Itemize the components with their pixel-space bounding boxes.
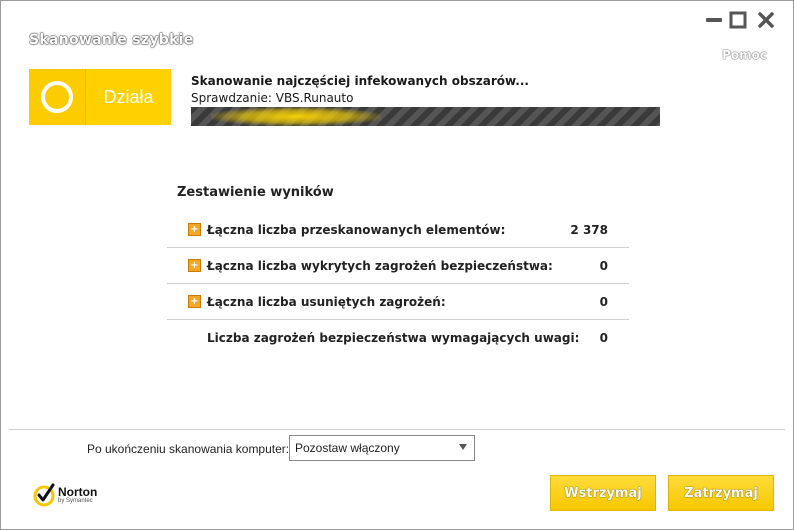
summary-table: + Łączna liczba przeskanowanych elementó… — [167, 212, 629, 355]
summary-row: Liczba zagrożeń bezpieczeństwa wymagając… — [167, 320, 629, 355]
after-scan-selected-value: Pozostaw włączony — [295, 441, 400, 455]
footer-divider — [9, 429, 785, 430]
scan-current-item: Sprawdzanie: VBS.Runauto — [191, 91, 354, 105]
summary-row-value: 0 — [599, 330, 608, 345]
close-icon[interactable] — [757, 11, 775, 29]
norton-logo: Norton by Symantec — [33, 483, 97, 507]
maximize-icon[interactable] — [729, 11, 747, 29]
pause-button[interactable]: Wstrzymaj — [550, 475, 656, 511]
status-label: Działa — [103, 86, 154, 107]
summary-row-label: Łączna liczba usuniętych zagrożeń: — [207, 294, 446, 309]
norton-scan-window: Skanowanie szybkie Pomoc Działa Skanowan… — [0, 0, 794, 530]
summary-row-label: Liczba zagrożeń bezpieczeństwa wymagając… — [207, 330, 580, 345]
summary-row: + Łączna liczba przeskanowanych elementó… — [167, 212, 629, 248]
expand-icon[interactable]: + — [188, 223, 201, 236]
summary-row: + Łączna liczba wykrytych zagrożeń bezpi… — [167, 248, 629, 284]
stop-button[interactable]: Zatrzymaj — [668, 475, 774, 511]
after-scan-select[interactable]: Pozostaw włączony — [289, 435, 475, 461]
running-icon — [41, 81, 73, 113]
summary-row-value: 2 378 — [570, 222, 608, 237]
expand-icon[interactable]: + — [188, 295, 201, 308]
window-title: Skanowanie szybkie — [29, 32, 194, 48]
summary-row-label: Łączna liczba przeskanowanych elementów: — [207, 222, 506, 237]
norton-name: Norton — [58, 484, 98, 499]
norton-by: by Symantec — [58, 497, 93, 504]
after-scan-label: Po ukończeniu skanowania komputer: — [87, 442, 290, 456]
summary-title: Zestawienie wyników — [177, 185, 334, 200]
scan-title: Skanowanie najczęściej infekowanych obsz… — [191, 74, 529, 88]
norton-check-icon — [33, 483, 55, 507]
status-indicator: Działa — [29, 69, 171, 125]
progress-indicator — [211, 107, 381, 126]
status-icon-area — [29, 69, 86, 125]
summary-row: + Łączna liczba usuniętych zagrożeń: 0 — [167, 284, 629, 320]
expand-icon[interactable]: + — [188, 259, 201, 272]
summary-row-value: 0 — [599, 258, 608, 273]
scan-progress-bar — [191, 107, 660, 126]
dropdown-arrow-icon — [459, 444, 467, 450]
help-link[interactable]: Pomoc — [722, 48, 767, 62]
summary-row-value: 0 — [599, 294, 608, 309]
norton-wordmark: Norton by Symantec — [58, 486, 97, 505]
summary-row-label: Łączna liczba wykrytych zagrożeń bezpiec… — [207, 258, 553, 273]
minimize-icon[interactable] — [705, 11, 723, 29]
